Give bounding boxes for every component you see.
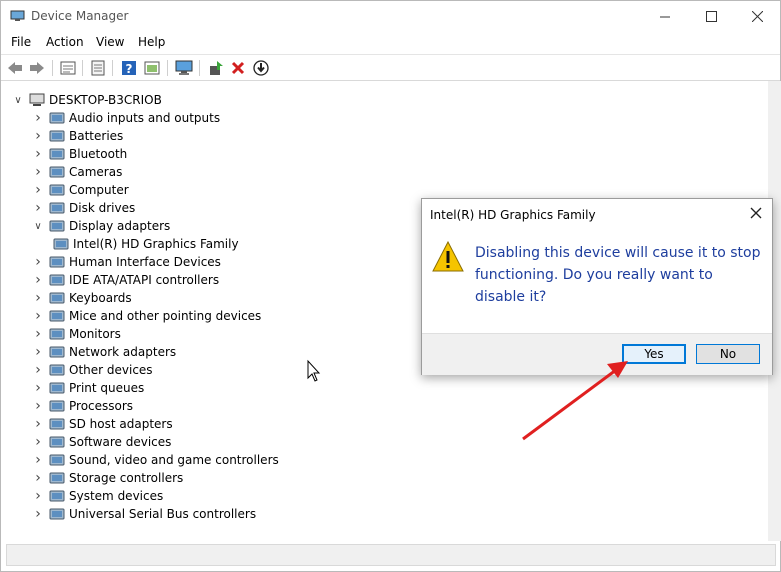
annotation-arrow-line [522,368,617,441]
mouse-cursor-icon [307,359,321,382]
annotation-overlay [307,359,628,441]
